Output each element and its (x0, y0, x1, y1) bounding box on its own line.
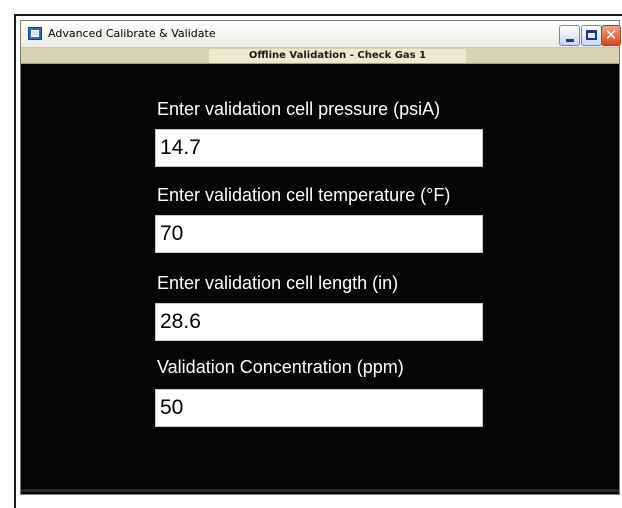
maximize-icon (586, 30, 597, 40)
pressure-label: Enter validation cell pressure (psiA) (157, 99, 441, 119)
window-title: Advanced Calibrate & Validate (48, 27, 216, 40)
subheader-bar: Offline Validation - Check Gas 1 (21, 48, 619, 64)
concentration-label: Validation Concentration (ppm) (157, 357, 404, 377)
length-label: Enter validation cell length (in) (157, 273, 399, 293)
minimize-icon (566, 39, 574, 42)
length-input[interactable] (155, 303, 483, 341)
subheader-title: Offline Validation - Check Gas 1 (209, 49, 466, 63)
close-button[interactable]: ✕ (601, 25, 621, 46)
app-window: Advanced Calibrate & Validate ✕ Offline … (20, 20, 621, 495)
bottom-divider (21, 489, 619, 492)
app-icon (28, 27, 42, 40)
concentration-input[interactable] (155, 389, 483, 427)
temperature-label: Enter validation cell temperature (°F) (157, 185, 451, 205)
minimize-button[interactable] (559, 25, 580, 46)
temperature-input[interactable] (155, 215, 483, 253)
title-bar[interactable]: Advanced Calibrate & Validate ✕ (21, 21, 621, 48)
pressure-input[interactable] (155, 129, 483, 167)
maximize-button[interactable] (581, 25, 602, 46)
